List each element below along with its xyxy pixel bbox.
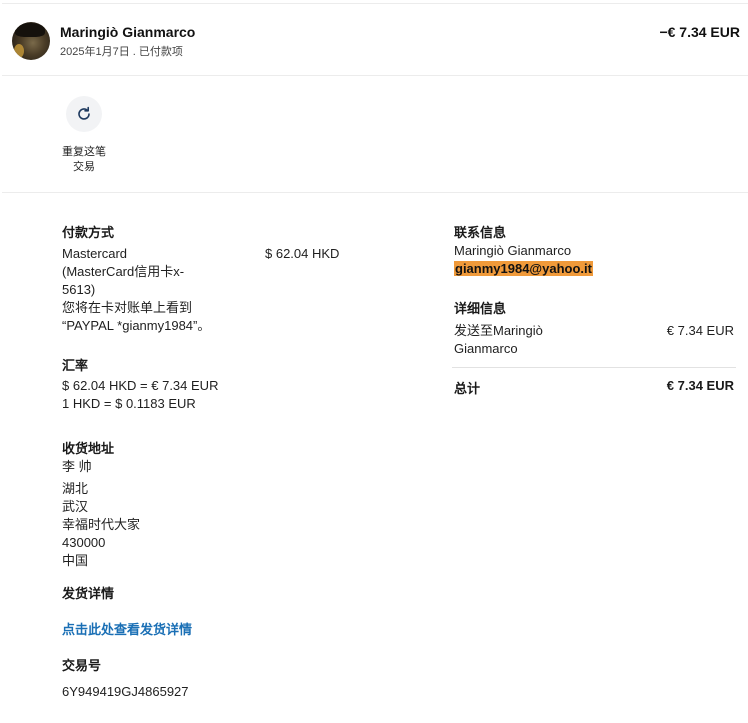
counterparty-name: Maringiò Gianmarco (60, 24, 196, 40)
details-divider (452, 367, 736, 368)
transaction-details-card: Maringiò Gianmarco 2025年1月7日 . 已付款项 −€ 7… (0, 0, 748, 723)
payment-amount: $ 62.04 HKD (265, 246, 340, 261)
transaction-amount: −€ 7.34 EUR (659, 24, 740, 40)
exchange-rate-line-2: 1 HKD = $ 0.1183 EUR (62, 396, 196, 411)
repeat-transaction-label[interactable]: 重复这笔 交易 (54, 145, 114, 175)
shipping-details-title: 发货详情 (62, 586, 115, 601)
avatar (12, 22, 50, 60)
view-shipping-details-link[interactable]: 点击此处查看发货详情 (62, 619, 192, 638)
refresh-icon (78, 106, 90, 120)
sent-to: 发送至Maringiò Gianmarco (454, 323, 543, 356)
action-bar: 重复这笔 交易 (2, 77, 748, 193)
contact-name: Maringiò Gianmarco (454, 243, 572, 258)
exchange-rate-line-1: $ 62.04 HKD = € 7.34 EUR (62, 378, 219, 393)
total-label: 总计 (454, 381, 481, 396)
total-amount: € 7.34 EUR (666, 378, 734, 393)
sent-amount: € 7.34 EUR (666, 323, 734, 338)
shipping-address: 李 帅 湖北 武汉 幸福时代大家 430000 中国 (62, 459, 141, 568)
shipping-address-title: 收货地址 (62, 441, 115, 456)
repeat-transaction-button[interactable] (66, 96, 102, 132)
payment-method-title: 付款方式 (62, 225, 115, 240)
contact-info-title: 联系信息 (454, 225, 507, 240)
transaction-id-title: 交易号 (62, 658, 102, 673)
transaction-date-status: 2025年1月7日 . 已付款项 (60, 46, 183, 58)
details-title: 详细信息 (454, 301, 507, 316)
payment-method-details: Mastercard (MasterCard信用卡x- 5613) 您将在卡对账… (62, 246, 211, 333)
exchange-rate-title: 汇率 (62, 358, 89, 373)
contact-email-address[interactable]: gianmy1984@yahoo.it (454, 261, 593, 276)
transaction-header: Maringiò Gianmarco 2025年1月7日 . 已付款项 −€ 7… (2, 3, 748, 76)
contact-email: gianmy1984@yahoo.it (454, 260, 593, 278)
transaction-id: 6Y949419GJ4865927 (62, 684, 189, 699)
